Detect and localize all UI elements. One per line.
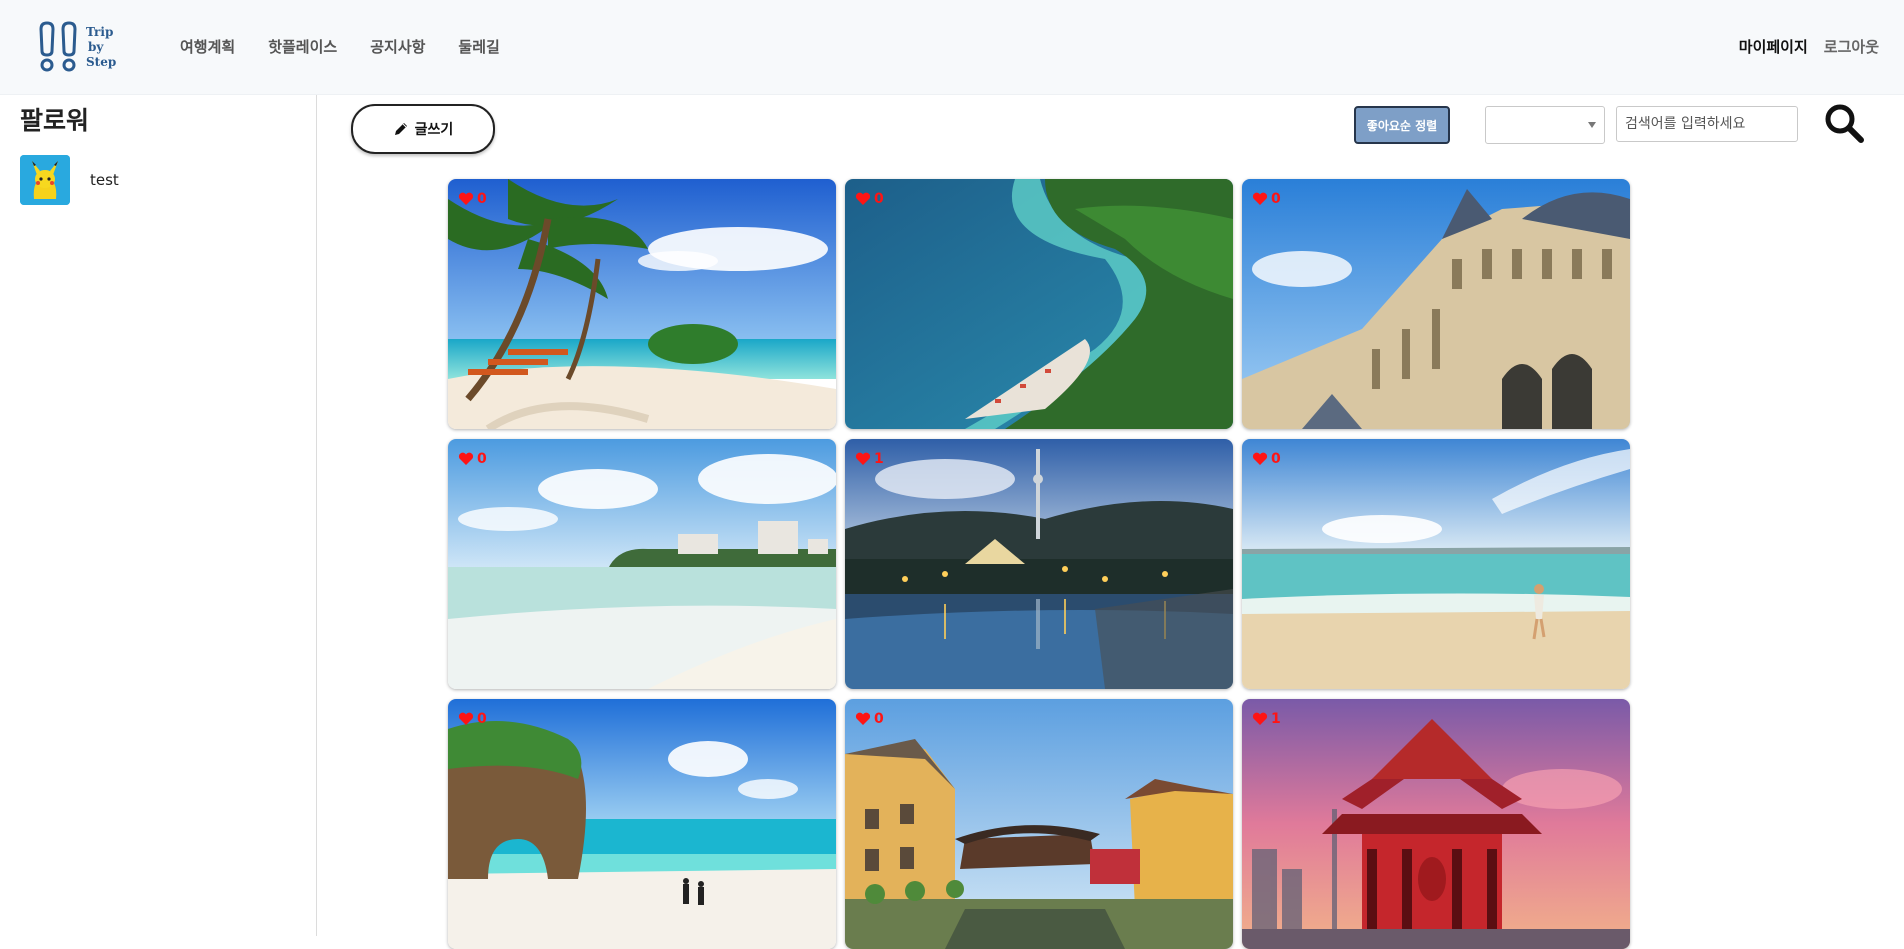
rock-arch-beach-photo [448, 699, 836, 949]
pikachu-avatar-icon [20, 155, 70, 205]
like-count: 1 [1271, 711, 1281, 727]
woman-on-beach-photo [1242, 439, 1630, 689]
logo-text: Trip by Step [86, 25, 116, 70]
logout-link[interactable]: 로그아웃 [1824, 36, 1879, 57]
follower-name: test [90, 171, 119, 189]
like-badge[interactable]: 1 [1252, 711, 1281, 727]
follower-sidebar: 팔로워 test [0, 95, 317, 936]
logo[interactable]: Trip by Step [36, 20, 126, 74]
user-nav: 마이페이지 로그아웃 [1723, 36, 1879, 57]
like-badge[interactable]: 0 [1252, 191, 1281, 207]
nav-notice[interactable]: 공지사항 [370, 36, 425, 57]
top-header: Trip by Step 여행계획 핫플레이스 공지사항 둘레길 마이페이지 로… [0, 0, 1904, 95]
search-type-select[interactable] [1485, 106, 1605, 144]
heart-icon [1252, 192, 1268, 205]
nav-trail[interactable]: 둘레길 [458, 36, 499, 57]
post-card[interactable]: 0 [448, 699, 836, 949]
sidebar-title: 팔로워 [20, 106, 90, 135]
heart-icon [1252, 712, 1268, 725]
post-card[interactable]: 0 [1242, 439, 1630, 689]
heart-icon [458, 452, 474, 465]
search-icon [1825, 104, 1864, 143]
mypage-link[interactable]: 마이페이지 [1739, 36, 1808, 57]
write-button-label: 글쓰기 [414, 122, 454, 138]
covered-bridge-photo [845, 699, 1233, 949]
like-count: 0 [874, 191, 884, 207]
logo-line-2: by [88, 39, 104, 54]
night-lake-castle-photo [845, 439, 1233, 689]
tropical-beach-photo [448, 179, 836, 429]
white-beach-hotels-photo [448, 439, 836, 689]
like-count: 0 [477, 711, 487, 727]
heart-icon [855, 712, 871, 725]
main-nav: 여행계획 핫플레이스 공지사항 둘레길 [180, 36, 533, 57]
like-count: 1 [874, 451, 884, 467]
post-card[interactable]: 0 [448, 179, 836, 429]
like-count: 0 [874, 711, 884, 727]
louvre-palace-photo [1242, 179, 1630, 429]
heart-icon [1252, 452, 1268, 465]
aerial-coastline-photo [845, 179, 1233, 429]
search-button[interactable] [1822, 102, 1866, 146]
post-card[interactable]: 1 [1242, 699, 1630, 949]
follower-item[interactable]: test [20, 155, 119, 205]
like-badge[interactable]: 0 [458, 191, 487, 207]
post-card[interactable]: 0 [845, 179, 1233, 429]
like-count: 0 [1271, 451, 1281, 467]
like-badge[interactable]: 0 [458, 711, 487, 727]
like-badge[interactable]: 0 [1252, 451, 1281, 467]
avatar [20, 155, 70, 205]
heart-icon [855, 192, 871, 205]
nav-hot-place[interactable]: 핫플레이스 [268, 36, 337, 57]
like-badge[interactable]: 0 [458, 451, 487, 467]
footprints-icon [39, 21, 77, 72]
pencil-icon [394, 123, 407, 135]
write-button[interactable]: 글쓰기 [351, 104, 495, 154]
chevron-down-icon [1588, 122, 1596, 128]
heart-icon [458, 192, 474, 205]
like-count: 0 [477, 451, 487, 467]
like-badge[interactable]: 0 [855, 711, 884, 727]
like-badge[interactable]: 0 [855, 191, 884, 207]
search-input[interactable] [1616, 106, 1798, 142]
like-count: 0 [1271, 191, 1281, 207]
like-count: 0 [477, 191, 487, 207]
post-card[interactable]: 1 [845, 439, 1233, 689]
post-card[interactable]: 0 [845, 699, 1233, 949]
post-card[interactable]: 0 [1242, 179, 1630, 429]
heart-icon [855, 452, 871, 465]
nav-travel-plan[interactable]: 여행계획 [180, 36, 235, 57]
logo-line-3: Step [86, 54, 117, 69]
red-temple-gate-photo [1242, 699, 1630, 949]
post-card[interactable]: 0 [448, 439, 836, 689]
sort-by-likes-button[interactable]: 좋아요순 정렬 [1354, 106, 1450, 144]
like-badge[interactable]: 1 [855, 451, 884, 467]
heart-icon [458, 712, 474, 725]
logo-line-1: Trip [86, 24, 114, 39]
